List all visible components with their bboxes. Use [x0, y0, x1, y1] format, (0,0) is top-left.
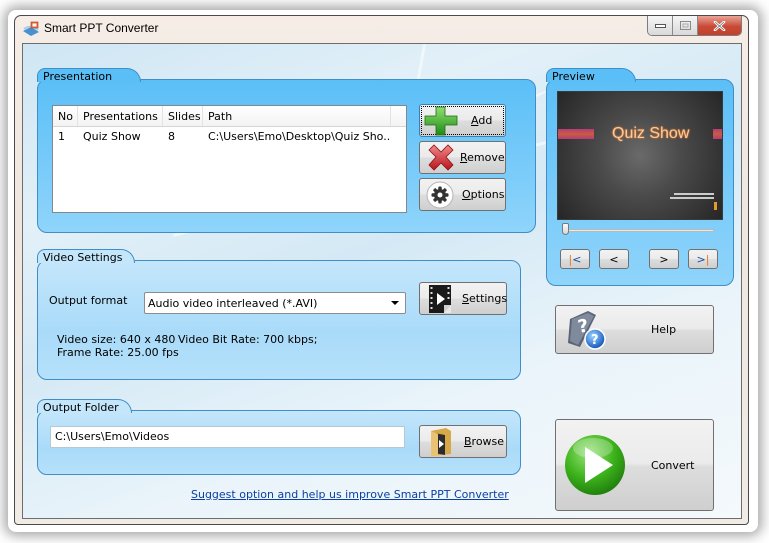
x-icon — [428, 144, 454, 171]
slide-slider-track[interactable] — [562, 229, 714, 232]
convert-button-label: Convert — [651, 459, 695, 472]
folder-icon — [431, 428, 451, 456]
last-slide-arrow: > — [696, 252, 706, 266]
list-header: No Presentations Slides Path — [53, 106, 406, 127]
client-area: Presentation No Presentations Slides Pat… — [22, 43, 742, 519]
window-controls — [647, 16, 742, 36]
slide-subtitle-line — [670, 197, 714, 199]
cell-presentation-name: Quiz Show — [83, 130, 141, 143]
column-header-path[interactable]: Path — [203, 106, 391, 126]
previous-slide-button[interactable]: < — [599, 249, 629, 269]
options-button[interactable]: Options — [419, 178, 506, 211]
presentations-list[interactable]: No Presentations Slides Path 1 Quiz Show… — [52, 105, 407, 213]
column-header-filler — [391, 106, 406, 126]
column-header-slides[interactable]: Slides — [163, 106, 203, 126]
next-slide-button[interactable]: > — [649, 249, 679, 269]
output-folder-group: Output Folder C:\Users\Emo\Videos Browse — [37, 399, 521, 475]
minimize-button[interactable] — [648, 16, 673, 35]
cell-path: C:\Users\Emo\Desktop\Quiz Sho... — [208, 130, 391, 143]
close-icon — [713, 20, 726, 31]
cell-slides: 8 — [168, 130, 175, 143]
first-slide-arrow: < — [572, 252, 582, 266]
add-button-label: Add — [471, 114, 493, 127]
bit-rate-text: Video Bit Rate: 700 kbps; — [178, 333, 318, 346]
cell-no: 1 — [58, 130, 65, 143]
window-title: Smart PPT Converter — [44, 21, 159, 35]
table-row[interactable]: 1 Quiz Show 8 C:\Users\Emo\Desktop\Quiz … — [53, 127, 406, 146]
add-button[interactable]: Add — [419, 104, 506, 137]
output-folder-group-label: Output Folder — [37, 399, 132, 414]
first-slide-button[interactable]: | < — [560, 249, 590, 269]
maximize-button[interactable] — [673, 16, 698, 35]
output-folder-input[interactable]: C:\Users\Emo\Videos — [50, 426, 405, 448]
output-format-select[interactable]: Audio video interleaved (*.AVI) — [144, 292, 406, 314]
frame-rate-text: Frame Rate: 25.00 fps — [57, 346, 179, 359]
help-book-icon: ? ? — [568, 311, 606, 350]
remove-button[interactable]: Remove — [419, 141, 506, 174]
slide-title: Quiz Show — [612, 125, 690, 142]
last-bar: | — [705, 252, 710, 266]
suggest-option-link[interactable]: Suggest option and help us improve Smart… — [191, 488, 509, 501]
remove-button-label: Remove — [460, 151, 505, 164]
gear-icon — [426, 181, 454, 209]
slide-preview: Quiz Show — [557, 91, 723, 220]
settings-button-label: Settings — [462, 292, 508, 305]
slide-accent — [714, 202, 717, 210]
last-slide-button[interactable]: > | — [688, 249, 718, 269]
column-header-no[interactable]: No — [53, 106, 78, 126]
browse-button[interactable]: Browse — [419, 425, 507, 458]
help-button-label: Help — [651, 323, 677, 336]
app-window: Smart PPT Converter Presentation No Pres… — [14, 15, 749, 525]
play-icon — [565, 435, 625, 495]
chevron-down-icon — [391, 301, 399, 305]
video-size-text: Video size: 640 x 480 — [57, 333, 176, 346]
video-settings-group-label: Video Settings — [37, 249, 136, 264]
settings-button[interactable]: Settings — [419, 282, 507, 315]
output-format-value: Audio video interleaved (*.AVI) — [148, 296, 318, 310]
svg-text:?: ? — [591, 333, 599, 348]
close-button[interactable] — [698, 16, 741, 35]
slide-decoration-bar — [713, 129, 722, 139]
column-header-presentations[interactable]: Presentations — [78, 106, 163, 126]
help-button[interactable]: ? ? Help — [555, 305, 714, 354]
app-icon — [23, 21, 39, 36]
convert-button[interactable]: Convert — [555, 419, 714, 511]
preview-group: Preview Quiz Show | < < > > | — [546, 68, 734, 286]
options-button-label: Options — [462, 188, 505, 201]
film-icon — [429, 285, 451, 313]
slide-slider-thumb[interactable] — [562, 223, 569, 235]
slide-subtitle-line — [674, 193, 714, 195]
output-format-label: Output format — [49, 294, 128, 307]
presentation-group: Presentation No Presentations Slides Pat… — [37, 68, 536, 233]
preview-group-label: Preview — [546, 68, 636, 83]
video-settings-group: Video Settings Output format Audio video… — [37, 249, 521, 380]
maximize-icon — [679, 21, 691, 30]
plus-icon — [424, 106, 458, 136]
presentation-group-label: Presentation — [37, 68, 142, 83]
minimize-icon — [654, 23, 666, 28]
title-bar[interactable]: Smart PPT Converter — [15, 16, 748, 43]
slide-decoration-bar — [558, 129, 594, 139]
browse-button-label: Browse — [464, 435, 505, 448]
